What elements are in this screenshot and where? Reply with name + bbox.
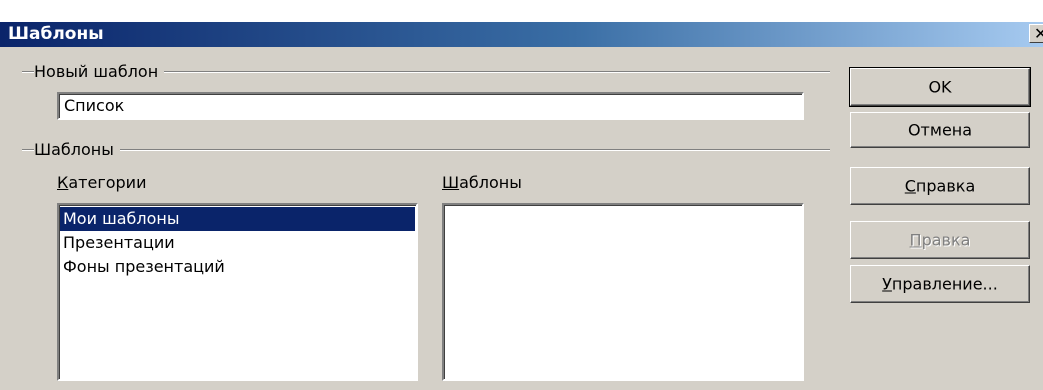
edit-button-accesskey: П [909,230,922,250]
title-bar[interactable]: Шаблоны ✕ [0,22,1043,47]
templates-group-label: Шаблоны [34,141,120,159]
templates-list-label: Шаблоны [442,174,522,192]
templates-listbox[interactable] [442,203,804,381]
ok-button-label: OK [928,77,952,97]
manage-button-text: правление... [891,274,998,294]
categories-label-accesskey: К [57,173,69,192]
templates-group-line [22,149,830,151]
ok-button[interactable]: OK [849,67,1031,107]
category-item-my-templates[interactable]: Мои шаблоны [60,207,415,231]
templates-list-label-accesskey: Ш [442,173,460,192]
help-button-text: правка [915,176,976,196]
new-template-group-label: Новый шаблон [34,63,165,81]
edit-button-text: равка [921,230,971,250]
templates-list-label-text: аблоны [459,173,522,192]
categories-label: Категории [57,174,146,192]
manage-button-label: Управление... [851,275,1029,294]
screen-top-band [0,0,1043,22]
close-button[interactable]: ✕ [1029,24,1043,43]
manage-button-accesskey: У [882,274,892,294]
new-template-name-input[interactable]: Список [57,92,804,120]
category-item-presentations[interactable]: Презентации [60,231,415,255]
help-button-label: Справка [851,177,1029,196]
cancel-button[interactable]: Отмена [850,112,1030,148]
cancel-button-label: Отмена [907,120,973,140]
window-title: Шаблоны [8,24,104,44]
edit-button[interactable]: Правка [850,221,1030,259]
help-button[interactable]: Справка [850,167,1030,205]
close-icon: ✕ [1034,24,1043,43]
categories-label-text: атегории [68,173,147,192]
help-button-accesskey: С [904,176,916,196]
categories-listbox[interactable]: Мои шаблоны Презентации Фоны презентаций [57,203,418,381]
category-item-presentation-backgrounds[interactable]: Фоны презентаций [60,255,415,279]
edit-button-label: Правка [851,231,1029,250]
manage-button[interactable]: Управление... [850,265,1030,303]
